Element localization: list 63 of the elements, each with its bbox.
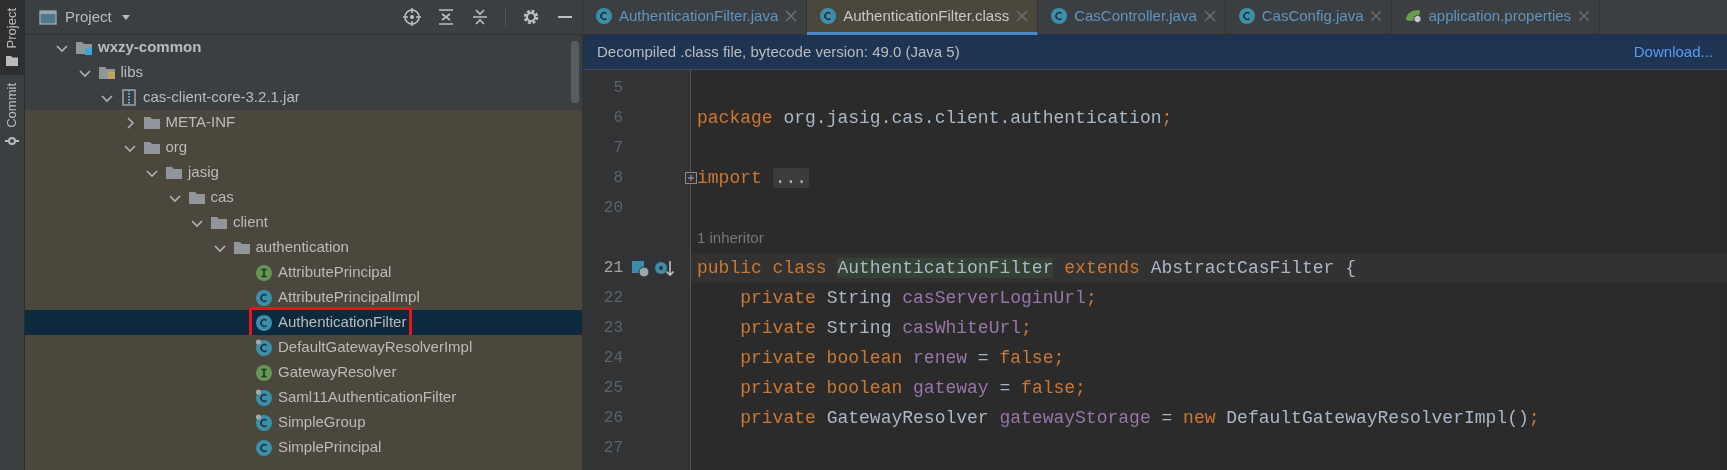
folder-icon — [210, 214, 228, 231]
tree-label: org — [165, 137, 188, 158]
tree-item[interactable]: cas-client-core-3.2.1.jar — [25, 85, 582, 110]
tree-label: AttributePrincipal — [278, 262, 392, 283]
class-icon — [1050, 7, 1069, 25]
settings-icon[interactable] — [522, 8, 540, 26]
folder-icon — [142, 114, 161, 131]
folder-icon — [187, 189, 206, 206]
archive-icon — [120, 89, 138, 106]
spring-leaf-icon — [1404, 7, 1423, 25]
tree-label: cas-client-core-3.2.1.jar — [143, 87, 300, 108]
class-icon — [1237, 7, 1256, 25]
tree-label: client — [233, 212, 269, 233]
module-folder-icon — [75, 39, 93, 56]
tree-label: SimpleGroup — [278, 412, 366, 433]
tree-label: libs — [120, 62, 143, 83]
implementation-icon[interactable] — [631, 258, 650, 278]
folder-icon — [142, 139, 161, 156]
tree-label: DefaultGatewayResolverImpl — [278, 337, 473, 358]
interface-icon — [255, 263, 273, 282]
interface-icon — [255, 363, 273, 382]
tree-label: authentication — [255, 237, 349, 258]
folder-icon — [232, 239, 251, 256]
tree-item[interactable]: libs — [25, 60, 582, 85]
class-icon — [595, 7, 613, 25]
window-icon — [39, 8, 57, 26]
code-line: public class AuthenticationFilter extends AbstractCasFilter { — [697, 256, 1356, 280]
panel-title[interactable]: Project — [65, 5, 112, 29]
locate-icon[interactable] — [403, 8, 421, 26]
tree-label: Saml11AuthenticationFilter — [278, 387, 457, 408]
code-line: private boolean renew = false; — [739, 346, 1065, 370]
expand-all-icon[interactable] — [437, 8, 455, 26]
tree-item[interactable]: wxzy-common — [25, 35, 582, 60]
tree-label: GatewayResolver — [278, 362, 397, 383]
tool-window-tab[interactable]: Project — [0, 0, 24, 76]
tree-label: cas — [210, 187, 234, 208]
inlay-hint[interactable]: 1 inheritor — [697, 226, 764, 250]
folder-icon — [165, 164, 183, 181]
overridden-icon[interactable] — [654, 258, 674, 278]
tree-label: jasig — [188, 162, 219, 183]
collapse-all-icon[interactable] — [471, 8, 489, 26]
line-number: 21 — [602, 258, 623, 279]
code-line: private String casWhiteUrl; — [739, 316, 1032, 340]
code-line: private boolean gateway = false; — [739, 376, 1086, 400]
tree-label: META-INF — [165, 112, 236, 133]
tree-label: AttributePrincipalImpl — [278, 287, 420, 308]
tree-label: AuthenticationFilter — [278, 312, 407, 333]
download-link[interactable]: Download... — [1633, 40, 1713, 64]
notice-text: Decompiled .class file, bytecode version: 49.0 (Java 5) — [597, 41, 960, 62]
tree-label: SimplePrincipal — [278, 437, 382, 458]
code-line: private String casServerLoginUrl; — [739, 286, 1097, 310]
fold-icon[interactable] — [685, 172, 697, 184]
code-line: private GatewayResolver gatewayStorage = new DefaultGatewayResolverImpl(); — [739, 406, 1540, 430]
scrollbar[interactable] — [571, 41, 579, 103]
editor-tab[interactable]: AuthenticationFilter.class — [807, 0, 1039, 35]
code-line: import ... — [697, 166, 810, 190]
tree-label: wxzy-common — [98, 37, 202, 58]
class-icon — [819, 7, 838, 25]
code-line: package org.jasig.cas.client.authentication; — [697, 106, 1173, 130]
tree-item[interactable]: AuthenticationFilter — [25, 310, 582, 335]
tool-window-tab[interactable]: Commit — [0, 75, 24, 157]
library-folder-icon — [97, 64, 116, 81]
folder-icon — [5, 54, 19, 68]
